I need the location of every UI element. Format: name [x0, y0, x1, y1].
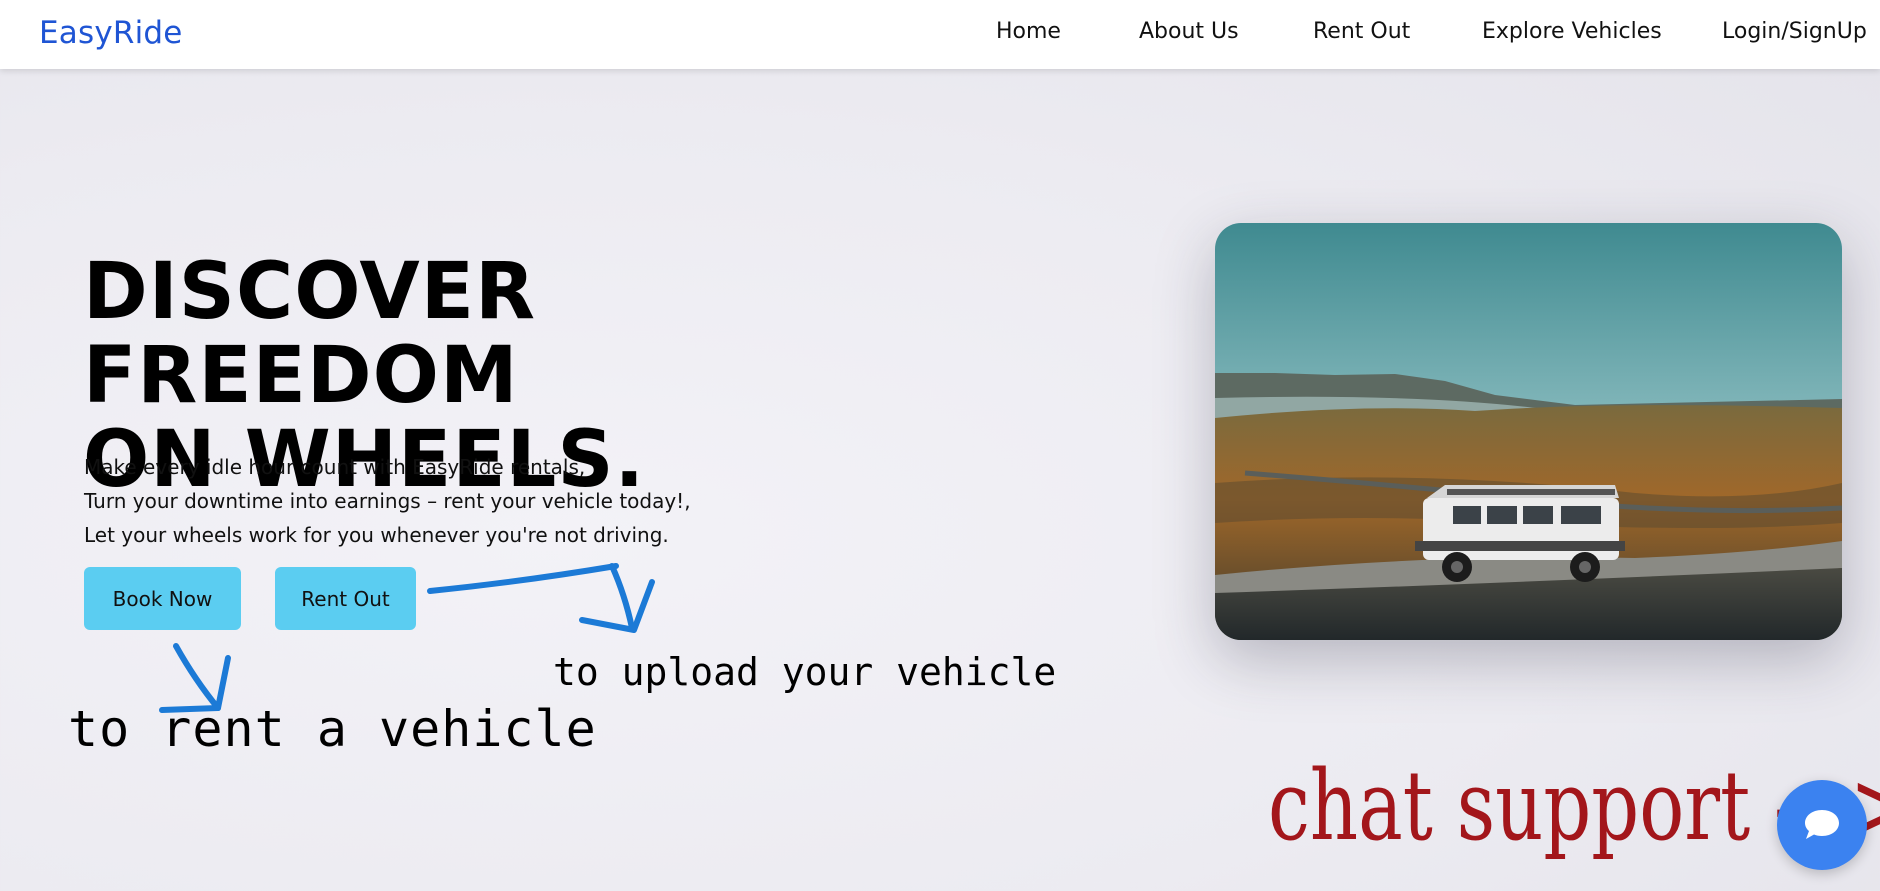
nav-rent-out-link[interactable]: Rent Out — [1313, 19, 1410, 44]
chat-bubble-icon — [1805, 810, 1839, 839]
rent-out-button[interactable]: Rent Out — [275, 567, 416, 630]
top-navbar: EasyRide Home About Us Rent Out Explore … — [0, 0, 1880, 69]
hero-vehicle-image — [1215, 223, 1842, 640]
hero-text-line-3: Let your wheels work for you whenever yo… — [84, 523, 669, 547]
book-now-button[interactable]: Book Now — [84, 567, 241, 630]
hero-title-line-1: DISCOVER FREEDOM — [83, 247, 537, 421]
chat-support-button[interactable] — [1777, 780, 1867, 870]
annotation-rent-vehicle: to rent a vehicle — [68, 700, 597, 758]
hero-text-line-1: Make every idle hour count with EasyRide… — [84, 455, 586, 479]
nav-home-link[interactable]: Home — [996, 19, 1061, 44]
nav-login-signup-link[interactable]: Login/SignUp — [1722, 19, 1867, 44]
suv-landscape-photo — [1215, 223, 1842, 640]
hero-description: Make every idle hour count with EasyRide… — [84, 450, 784, 552]
nav-explore-vehicles-link[interactable]: Explore Vehicles — [1482, 19, 1662, 44]
brand-logo[interactable]: EasyRide — [39, 15, 183, 51]
annotation-upload-vehicle: to upload your vehicle — [553, 650, 1057, 694]
nav-about-link[interactable]: About Us — [1139, 19, 1239, 44]
hero-text-line-2: Turn your downtime into earnings – rent … — [84, 489, 691, 513]
